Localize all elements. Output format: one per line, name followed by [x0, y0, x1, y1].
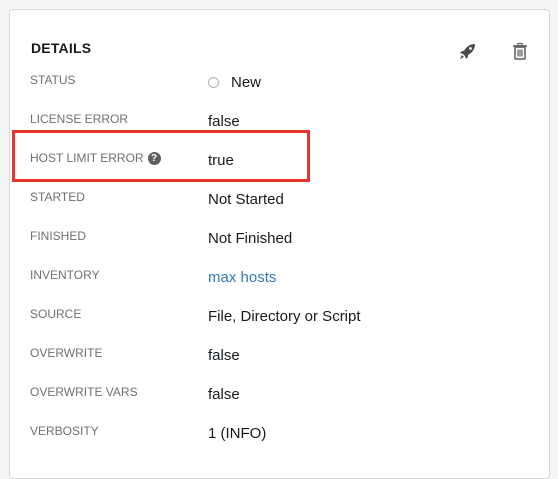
detail-row-verbosity: VERBOSITY 1 (INFO): [30, 424, 530, 462]
detail-value: max hosts: [208, 269, 276, 286]
detail-value: true: [208, 152, 234, 169]
detail-row-license-error: LICENSE ERROR false: [30, 112, 530, 150]
detail-label: OVERWRITE VARS: [30, 385, 138, 399]
detail-label: FINISHED: [30, 229, 87, 243]
detail-label: HOST LIMIT ERROR ?: [30, 151, 161, 165]
detail-label: LICENSE ERROR: [30, 112, 129, 126]
detail-row-status: STATUS New: [30, 73, 530, 111]
detail-value: New: [208, 74, 261, 91]
detail-label-text: HOST LIMIT ERROR: [30, 151, 144, 165]
detail-row-finished: FINISHED Not Finished: [30, 229, 530, 267]
details-card: DETAILS STATUS New LICENSE ERROR false H…: [9, 9, 550, 479]
detail-value: false: [208, 347, 240, 364]
detail-value: Not Finished: [208, 230, 293, 247]
card-actions: [459, 42, 529, 60]
detail-label: SOURCE: [30, 307, 82, 321]
detail-label: VERBOSITY: [30, 424, 99, 438]
inventory-link[interactable]: max hosts: [208, 269, 276, 286]
detail-value: false: [208, 386, 240, 403]
question-circle-icon[interactable]: ?: [147, 151, 161, 165]
trash-icon[interactable]: [511, 42, 529, 60]
detail-row-overwrite: OVERWRITE false: [30, 346, 530, 384]
detail-row-source: SOURCE File, Directory or Script: [30, 307, 530, 345]
detail-value: File, Directory or Script: [208, 308, 361, 325]
circle-icon: [208, 77, 219, 88]
detail-value: 1 (INFO): [208, 425, 267, 442]
detail-row-host-limit-error: HOST LIMIT ERROR ? true: [30, 151, 530, 189]
card-title: DETAILS: [31, 40, 92, 56]
detail-value: false: [208, 113, 240, 130]
detail-label: STATUS: [30, 73, 76, 87]
detail-label: STARTED: [30, 190, 85, 204]
detail-label: OVERWRITE: [30, 346, 103, 360]
detail-row-started: STARTED Not Started: [30, 190, 530, 228]
detail-label: INVENTORY: [30, 268, 100, 282]
detail-value: Not Started: [208, 191, 284, 208]
status-text: New: [231, 74, 262, 91]
detail-row-overwrite-vars: OVERWRITE VARS false: [30, 385, 530, 423]
detail-row-inventory: INVENTORY max hosts: [30, 268, 530, 306]
rocket-icon[interactable]: [459, 42, 477, 60]
